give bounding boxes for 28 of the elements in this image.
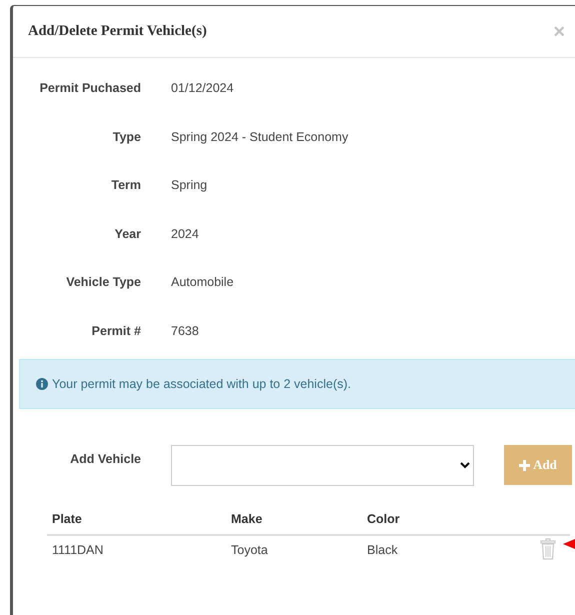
field-value: 2024 — [171, 226, 199, 241]
field-label: Type — [112, 130, 141, 144]
field-label: Permit # — [90, 324, 141, 338]
column-header: Make — [231, 512, 264, 526]
field-label: Add Vehicle — [69, 451, 141, 466]
column-header: Plate — [52, 512, 83, 526]
field-value: Spring 2024 - Student Economy — [171, 130, 348, 144]
plus-icon — [519, 460, 530, 470]
vehicle-dropdown[interactable] — [171, 444, 474, 486]
field-label: Permit Puchased — [38, 81, 141, 96]
column-header: Color — [367, 512, 401, 526]
table-cell-text: 1111DAN — [52, 543, 104, 557]
modal-title: Add/Delete Permit Vehicle(s) — [28, 23, 207, 40]
field-value: 7638 — [171, 324, 199, 338]
field-label: Term — [110, 178, 141, 192]
table-cell-text: Black — [367, 543, 399, 557]
field-value: Automobile — [171, 275, 234, 290]
trash-icon[interactable] — [540, 538, 556, 560]
field-label: Year — [114, 226, 141, 241]
field-value: 01/12/2024 — [171, 81, 234, 96]
table-cell-text: Toyota — [231, 543, 269, 557]
field-value: Spring — [171, 178, 208, 192]
add-button[interactable]: Add — [504, 445, 572, 485]
pointer-arrow-icon — [563, 538, 575, 550]
alert-message: Your permit may be associated with up to 2 vehicle(s). — [52, 377, 351, 391]
info-icon — [36, 378, 48, 390]
close-button[interactable]: × — [551, 22, 567, 42]
field-label: Vehicle Type — [65, 275, 141, 290]
